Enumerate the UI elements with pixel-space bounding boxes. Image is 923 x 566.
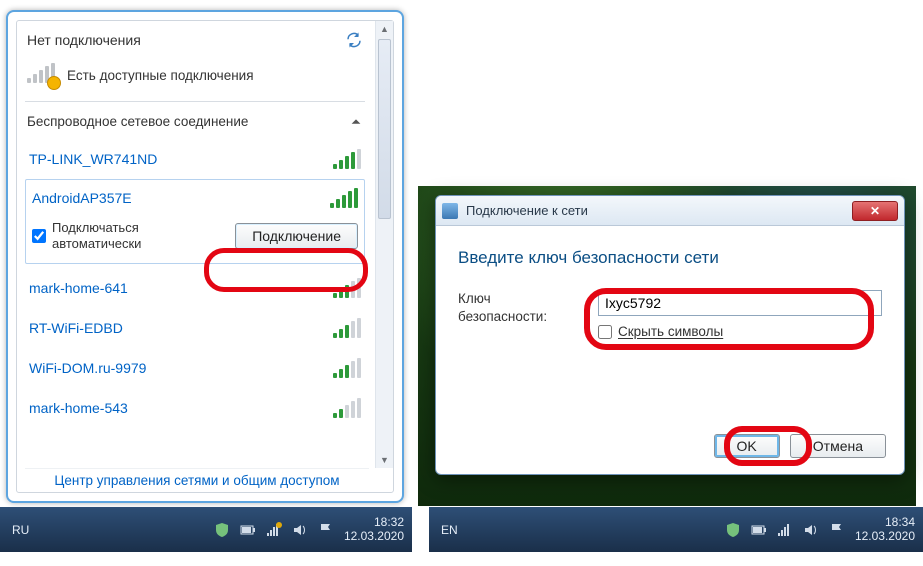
network-item[interactable]: TP-LINK_WR741ND	[25, 139, 365, 179]
cancel-button[interactable]: Отмена	[790, 434, 886, 458]
battery-icon[interactable]	[240, 522, 256, 538]
hide-characters-label: Скрыть символы	[618, 324, 723, 339]
taskbar-time: 18:34	[855, 516, 915, 530]
tray-icons	[214, 522, 334, 538]
network-scroll-area: Нет подключения Есть доступные подключен…	[17, 21, 373, 468]
shield-icon[interactable]	[214, 522, 230, 538]
taskbar: RU 18:32 12.03.2020	[0, 507, 412, 552]
auto-connect-checkbox[interactable]	[32, 229, 46, 243]
network-center-link[interactable]: Центр управления сетями и общим доступом	[25, 468, 369, 488]
shield-icon[interactable]	[725, 522, 741, 538]
taskbar-clock[interactable]: 18:32 12.03.2020	[344, 516, 404, 544]
app-icon	[442, 203, 458, 219]
network-name: mark-home-543	[29, 400, 128, 416]
flag-icon[interactable]	[829, 522, 845, 538]
signal-strength-icon	[333, 358, 361, 378]
network-flyout: Нет подключения Есть доступные подключен…	[6, 10, 404, 503]
network-item[interactable]: mark-home-543	[25, 388, 365, 428]
taskbar-time: 18:32	[344, 516, 404, 530]
dialog-title: Подключение к сети	[466, 203, 588, 218]
auto-connect-label: Подключаться	[52, 220, 141, 236]
network-name: AndroidAP357E	[32, 190, 132, 206]
language-indicator[interactable]: RU	[8, 522, 33, 538]
taskbar: EN 18:34 12.03.2020	[429, 507, 923, 552]
network-tray-icon[interactable]	[266, 522, 282, 538]
hide-characters-checkbox[interactable]	[598, 325, 612, 339]
scroll-thumb[interactable]	[378, 39, 391, 219]
security-key-input[interactable]	[598, 290, 882, 316]
volume-icon[interactable]	[292, 522, 308, 538]
close-icon: ✕	[870, 204, 880, 218]
available-connections-text: Есть доступные подключения	[67, 68, 254, 83]
battery-icon[interactable]	[751, 522, 767, 538]
connect-button[interactable]: Подключение	[235, 223, 358, 249]
key-label: безопасности:	[458, 309, 547, 324]
scroll-up-icon[interactable]: ▲	[376, 21, 393, 37]
network-name: WiFi-DOM.ru-9979	[29, 360, 146, 376]
tray-icons	[725, 522, 845, 538]
volume-icon[interactable]	[803, 522, 819, 538]
ok-button[interactable]: OK	[714, 434, 780, 458]
signal-strength-icon	[330, 188, 358, 208]
dialog-titlebar: Подключение к сети ✕	[436, 196, 904, 226]
network-item[interactable]: mark-home-641	[25, 268, 365, 308]
separator	[25, 101, 365, 102]
signal-warning-icon	[27, 63, 57, 87]
flyout-title: Нет подключения	[27, 32, 141, 48]
signal-strength-icon	[333, 318, 361, 338]
scroll-down-icon[interactable]: ▼	[376, 452, 393, 468]
flag-icon[interactable]	[318, 522, 334, 538]
taskbar-date: 12.03.2020	[344, 530, 404, 544]
network-item[interactable]: WiFi-DOM.ru-9979	[25, 348, 365, 388]
language-indicator[interactable]: EN	[437, 522, 462, 538]
network-flyout-inner: Нет подключения Есть доступные подключен…	[16, 20, 394, 493]
network-item-selected[interactable]: AndroidAP357E Подключаться автоматически…	[25, 179, 365, 264]
key-label: Ключ	[458, 291, 491, 306]
network-name: TP-LINK_WR741ND	[29, 151, 157, 167]
scrollbar[interactable]: ▲ ▼	[375, 21, 393, 468]
network-name: mark-home-641	[29, 280, 128, 296]
taskbar-clock[interactable]: 18:34 12.03.2020	[855, 516, 915, 544]
signal-strength-icon	[333, 149, 361, 169]
dialog-heading: Введите ключ безопасности сети	[458, 244, 882, 290]
auto-connect-label: автоматически	[52, 236, 141, 252]
wireless-section-title: Беспроводное сетевое соединение	[27, 114, 248, 129]
refresh-icon[interactable]	[345, 31, 363, 49]
signal-strength-icon	[333, 398, 361, 418]
chevron-up-icon[interactable]	[349, 115, 363, 129]
network-item[interactable]: RT-WiFi-EDBD	[25, 308, 365, 348]
close-button[interactable]: ✕	[852, 201, 898, 221]
network-tray-icon[interactable]	[777, 522, 793, 538]
connect-dialog: Подключение к сети ✕ Введите ключ безопа…	[435, 195, 905, 475]
taskbar-date: 12.03.2020	[855, 530, 915, 544]
network-name: RT-WiFi-EDBD	[29, 320, 123, 336]
signal-strength-icon	[333, 278, 361, 298]
